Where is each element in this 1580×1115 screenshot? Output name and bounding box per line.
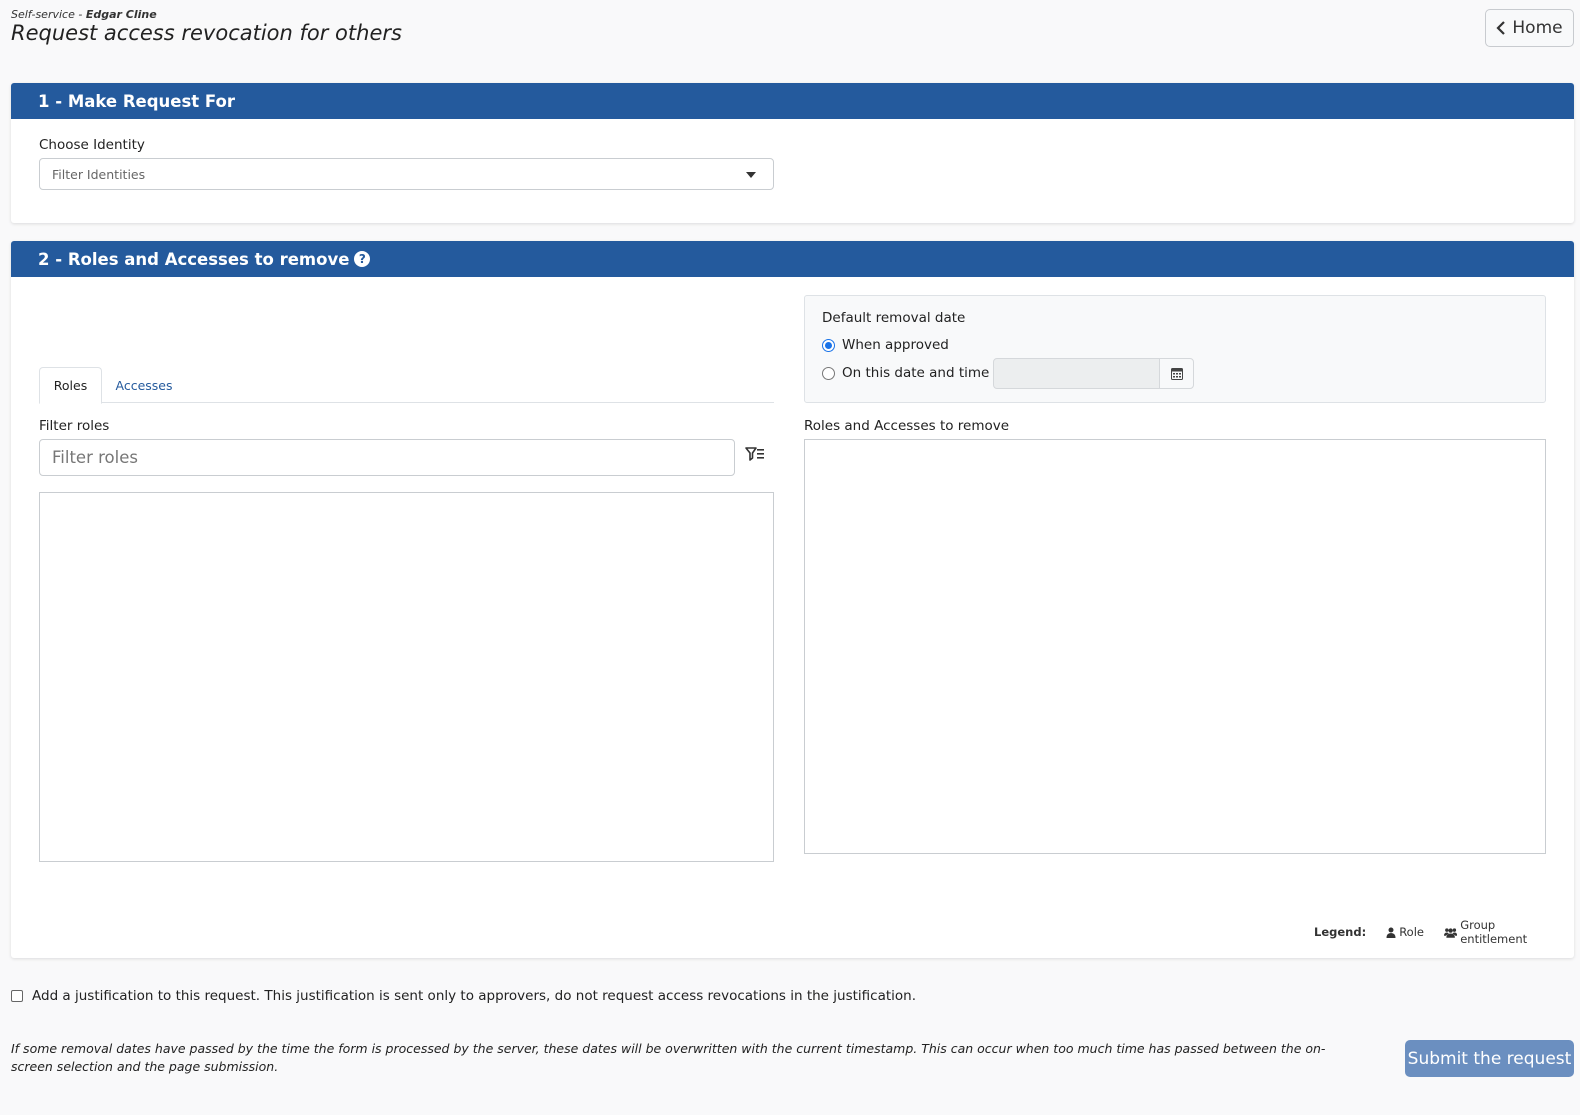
tab-roles[interactable]: Roles xyxy=(39,367,102,404)
filter-roles-label: Filter roles xyxy=(39,418,110,434)
justification-option[interactable]: Add a justification to this request. Thi… xyxy=(11,988,916,1004)
breadcrumb-prefix: Self-service - xyxy=(11,8,86,21)
legend-group-label: Group entitlement xyxy=(1460,918,1528,946)
user-icon xyxy=(1386,927,1396,938)
panel-header: 1 - Make Request For xyxy=(11,83,1574,119)
breadcrumb-user: Edgar Cline xyxy=(85,8,157,21)
home-button-label: Home xyxy=(1512,18,1563,38)
advanced-filter-button[interactable] xyxy=(744,443,766,465)
justification-label: Add a justification to this request. Thi… xyxy=(32,988,917,1004)
roles-accesses-panel: 2 - Roles and Accesses to remove ? Defau… xyxy=(11,241,1574,958)
chevron-left-icon xyxy=(1496,21,1506,35)
filter-roles-placeholder: Filter roles xyxy=(52,448,138,467)
caret-down-icon xyxy=(746,172,756,178)
radio-button[interactable] xyxy=(822,366,835,380)
filter-roles-input[interactable]: Filter roles xyxy=(39,439,735,476)
identity-select[interactable]: Filter Identities xyxy=(39,158,774,190)
users-icon xyxy=(1443,927,1458,938)
date-time-input[interactable] xyxy=(993,358,1160,389)
panel-header: 2 - Roles and Accesses to remove ? xyxy=(11,241,1574,277)
justification-checkbox[interactable] xyxy=(11,990,23,1002)
removal-date-note: If some removal dates have passed by the… xyxy=(11,1041,1326,1074)
home-button[interactable]: Home xyxy=(1485,9,1574,47)
radio-when-approved[interactable]: When approved xyxy=(822,337,949,353)
date-box-title: Default removal date xyxy=(822,310,966,326)
legend-role: Role xyxy=(1386,925,1424,939)
filter-list-icon xyxy=(745,447,764,461)
calendar-icon xyxy=(1170,368,1183,380)
panel-title: 2 - Roles and Accesses to remove xyxy=(38,249,350,269)
roles-accesses-tabs: Roles Accesses xyxy=(39,367,774,404)
radio-label: When approved xyxy=(842,337,949,353)
remove-list[interactable] xyxy=(804,439,1546,854)
make-request-panel: 1 - Make Request For Choose Identity Fil… xyxy=(11,83,1574,223)
default-removal-date-box: Default removal date When approved On th… xyxy=(804,295,1546,403)
remove-list-label: Roles and Accesses to remove xyxy=(804,418,1010,434)
legend: Legend: Role Group entitlement xyxy=(1314,918,1574,946)
radio-label: On this date and time xyxy=(842,365,990,381)
help-icon[interactable]: ? xyxy=(354,251,371,267)
legend-title: Legend: xyxy=(1314,925,1367,939)
panel-title: 1 - Make Request For xyxy=(38,91,236,111)
breadcrumb: Self-service - Edgar Cline xyxy=(11,8,157,21)
identity-placeholder: Filter Identities xyxy=(52,166,146,182)
tab-accesses[interactable]: Accesses xyxy=(102,367,186,403)
legend-role-label: Role xyxy=(1399,925,1424,939)
radio-on-date[interactable]: On this date and time xyxy=(822,365,989,381)
page-title: Request access revocation for others xyxy=(11,21,402,45)
calendar-button[interactable] xyxy=(1159,358,1194,389)
submit-request-button[interactable]: Submit the request xyxy=(1405,1040,1574,1077)
legend-group: Group entitlement xyxy=(1443,918,1560,946)
roles-list[interactable] xyxy=(39,492,774,862)
identity-label: Choose Identity xyxy=(39,137,145,153)
radio-button[interactable] xyxy=(822,338,835,352)
